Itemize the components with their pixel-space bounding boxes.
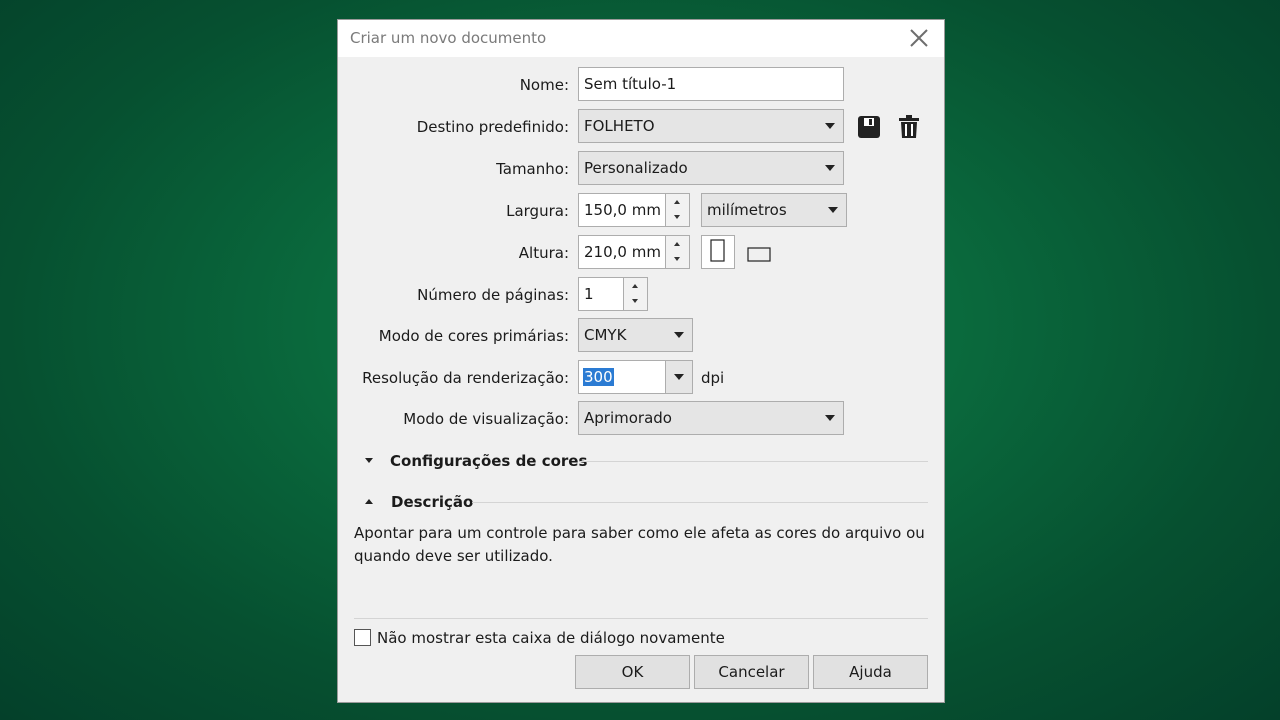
size-value: Personalizado (584, 159, 688, 177)
save-preset-button[interactable] (857, 115, 881, 139)
height-increment[interactable] (666, 236, 689, 252)
height-spinner[interactable] (666, 235, 690, 269)
description-label: Descrição (391, 493, 474, 511)
section-divider (472, 502, 928, 503)
portrait-button[interactable] (701, 235, 735, 269)
size-label: Tamanho: (496, 160, 569, 178)
unit-dropdown[interactable]: milímetros (701, 193, 847, 227)
width-input[interactable]: 150,0 mm (578, 193, 666, 227)
height-input[interactable]: 210,0 mm (578, 235, 666, 269)
delete-preset-button[interactable] (898, 115, 920, 139)
pages-spinner[interactable] (624, 277, 648, 311)
name-input[interactable]: Sem título-1 (578, 67, 844, 101)
ok-button[interactable]: OK (575, 655, 690, 689)
save-preset-icon (858, 116, 880, 138)
pages-decrement[interactable] (624, 294, 647, 310)
cancel-button[interactable]: Cancelar (694, 655, 809, 689)
height-label: Altura: (518, 244, 569, 262)
color-mode-label: Modo de cores primárias: (378, 327, 569, 345)
close-icon (910, 29, 928, 47)
new-document-dialog: Criar um novo documento Nome: Sem título… (337, 19, 945, 703)
pages-input[interactable]: 1 (578, 277, 624, 311)
width-increment[interactable] (666, 194, 689, 210)
pages-increment[interactable] (624, 278, 647, 294)
checkbox-box[interactable] (354, 629, 371, 646)
width-label: Largura: (506, 202, 569, 220)
color-mode-value: CMYK (584, 326, 627, 344)
resolution-label: Resolução da renderização: (362, 369, 569, 387)
section-divider (580, 461, 928, 462)
dont-show-again-label: Não mostrar esta caixa de diálogo novame… (377, 629, 725, 647)
width-decrement[interactable] (666, 210, 689, 226)
portrait-orientation-icon (710, 239, 725, 262)
width-spinner[interactable] (666, 193, 690, 227)
name-label: Nome: (519, 76, 569, 94)
dialog-title: Criar um novo documento (350, 29, 547, 47)
preset-value: FOLHETO (584, 117, 655, 135)
preview-mode-value: Aprimorado (584, 409, 672, 427)
height-decrement[interactable] (666, 252, 689, 268)
delete-preset-icon (899, 115, 919, 138)
chevron-down-icon (825, 123, 835, 129)
landscape-button[interactable] (746, 245, 772, 263)
chevron-down-icon (674, 332, 684, 338)
resolution-unit: dpi (701, 369, 725, 387)
unit-value: milímetros (707, 201, 787, 219)
pages-label: Número de páginas: (417, 286, 569, 304)
color-mode-dropdown[interactable]: CMYK (578, 318, 693, 352)
chevron-down-icon (825, 165, 835, 171)
resolution-dropdown-button[interactable] (665, 360, 693, 394)
expand-arrow-icon (365, 458, 373, 463)
chevron-down-icon (825, 415, 835, 421)
landscape-orientation-icon (747, 247, 771, 262)
chevron-down-icon (674, 374, 684, 380)
footer-divider (354, 618, 928, 619)
resolution-input[interactable]: 300 (578, 360, 666, 394)
title-bar: Criar um novo documento (338, 20, 944, 57)
preview-mode-dropdown[interactable]: Aprimorado (578, 401, 844, 435)
description-text: Apontar para um controle para saber como… (354, 524, 925, 565)
preset-dropdown[interactable]: FOLHETO (578, 109, 844, 143)
preview-mode-label: Modo de visualização: (403, 410, 569, 428)
collapse-arrow-icon (365, 499, 373, 504)
resolution-value: 300 (583, 368, 614, 386)
preset-label: Destino predefinido: (416, 118, 569, 136)
close-button[interactable] (904, 24, 936, 52)
size-dropdown[interactable]: Personalizado (578, 151, 844, 185)
help-button[interactable]: Ajuda (813, 655, 928, 689)
chevron-down-icon (828, 207, 838, 213)
color-settings-label: Configurações de cores (390, 452, 588, 470)
